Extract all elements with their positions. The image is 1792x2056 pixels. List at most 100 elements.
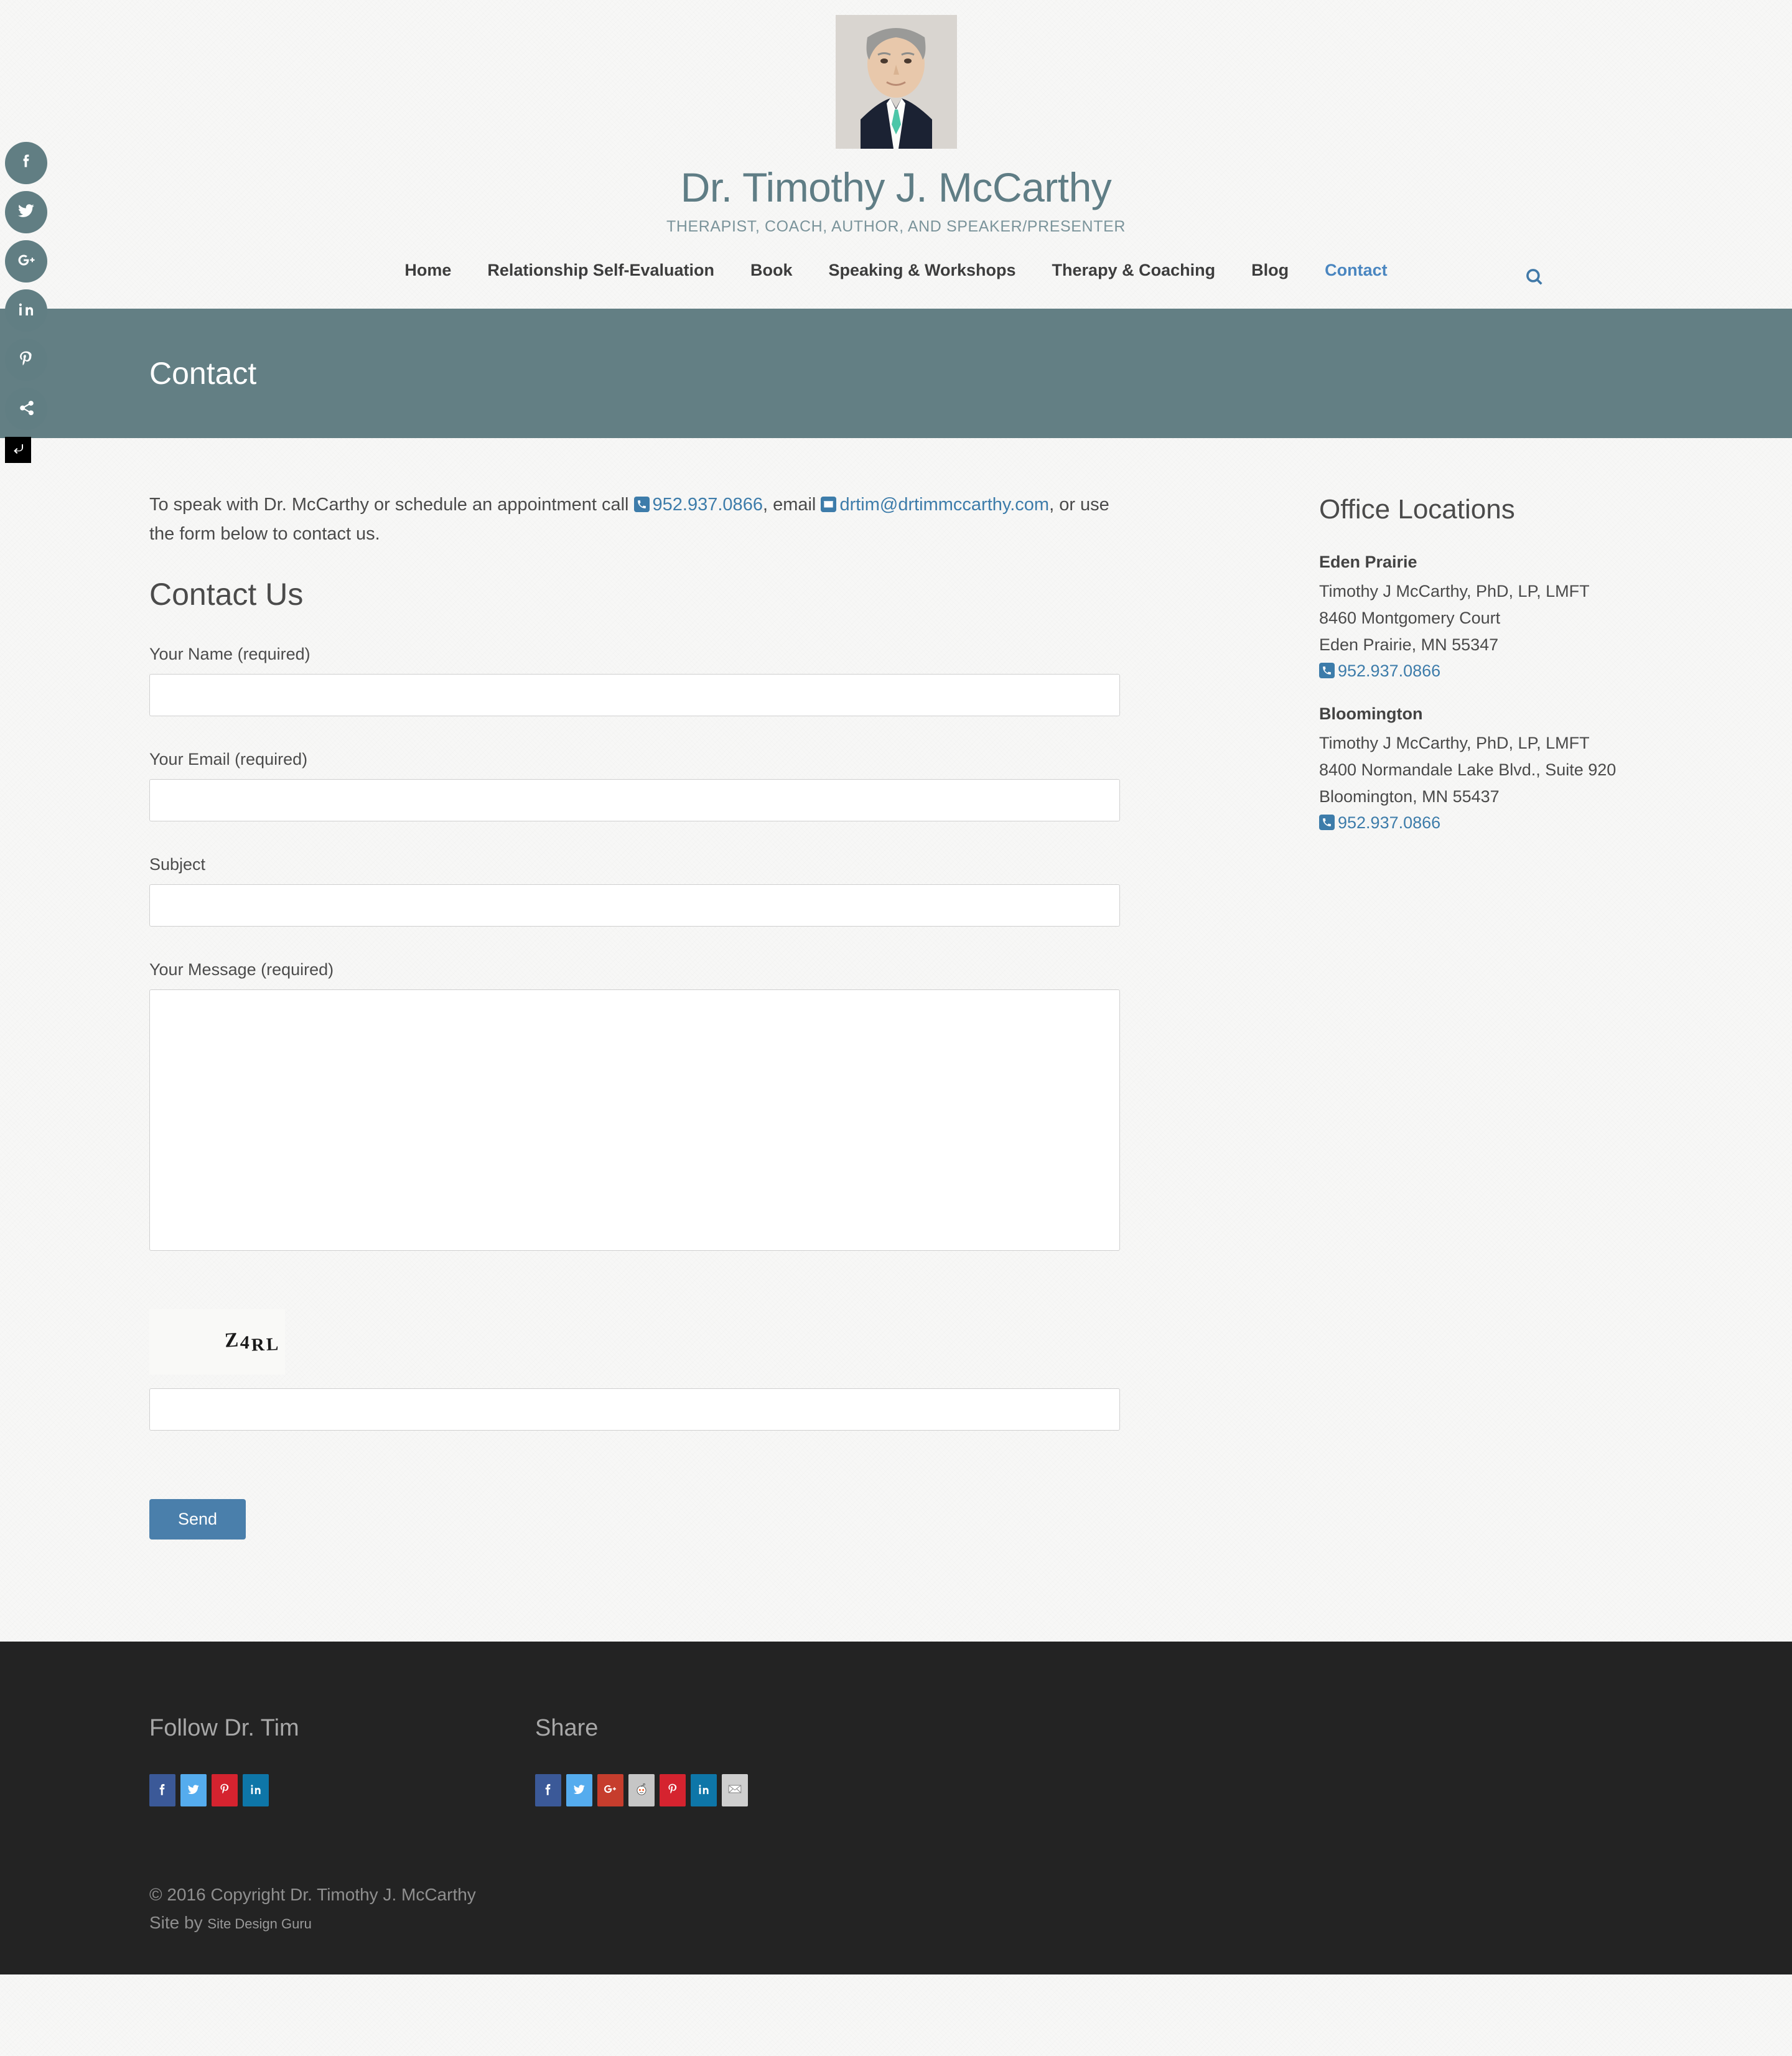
office-locations-heading: Office Locations (1319, 494, 1515, 525)
search-button[interactable] (1518, 262, 1551, 294)
main-content: To speak with Dr. McCarthy or schedule a… (0, 438, 1792, 1540)
office-phone-text: 952.937.0866 (1338, 813, 1441, 833)
page-root: Dr. Timothy J. McCarthy THERAPIST, COACH… (0, 0, 1792, 1974)
nav-item-relationship-self-evaluation[interactable]: Relationship Self-Evaluation (469, 261, 732, 280)
search-icon (1524, 266, 1545, 291)
office-phone-text: 952.937.0866 (1338, 661, 1441, 681)
site-design-guru-link[interactable]: Site Design Guru (207, 1916, 312, 1932)
send-button[interactable]: Send (149, 1499, 246, 1540)
footer-columns: Follow Dr. Tim Share (149, 1715, 1643, 1807)
nav-item-home[interactable]: Home (386, 261, 469, 280)
office-phone-link[interactable]: 952.937.0866 (1319, 661, 1440, 681)
site-header: Dr. Timothy J. McCarthy THERAPIST, COACH… (0, 0, 1792, 236)
main-navigation-wrapper: Home Relationship Self-Evaluation Book Spea… (0, 261, 1792, 309)
site-by-prefix: Site by (149, 1913, 208, 1933)
rail-linkedin-button[interactable] (5, 289, 47, 332)
google-plus-icon (16, 250, 37, 274)
content-left-column: To speak with Dr. McCarthy or schedule a… (149, 490, 1120, 1540)
subject-input[interactable] (149, 884, 1120, 927)
nav-item-therapy-coaching[interactable]: Therapy & Coaching (1034, 261, 1234, 280)
office-line-2: 8400 Normandale Lake Blvd., Suite 920 (1319, 760, 1617, 779)
nav-item-blog[interactable]: Blog (1233, 261, 1307, 280)
rail-pinterest-button[interactable] (5, 339, 47, 381)
office-line-3: Eden Prairie, MN 55347 (1319, 635, 1499, 654)
field-email: Your Email (required) (149, 750, 1120, 822)
message-label: Your Message (required) (149, 960, 334, 979)
captcha-image: Z4RL (149, 1309, 285, 1375)
share-reddit-button[interactable] (628, 1774, 655, 1807)
message-textarea[interactable] (149, 989, 1120, 1251)
follow-facebook-button[interactable] (149, 1774, 175, 1807)
intro-paragraph: To speak with Dr. McCarthy or schedule a… (149, 490, 1120, 549)
follow-linkedin-button[interactable] (243, 1774, 269, 1807)
intro-text-between: , email (762, 495, 821, 515)
intro-phone-link[interactable]: 952.937.0866 (633, 495, 763, 515)
follow-twitter-button[interactable] (180, 1774, 207, 1807)
offices-container: Eden Prairie Timothy J McCarthy, PhD, LP,… (1319, 553, 1643, 833)
office-phone-link[interactable]: 952.937.0866 (1319, 813, 1440, 833)
footer-follow-column: Follow Dr. Tim (149, 1715, 535, 1807)
rail-google-plus-button[interactable] (5, 240, 47, 283)
linkedin-icon (16, 299, 37, 323)
captcha-input[interactable] (149, 1388, 1120, 1431)
intro-email-link[interactable]: drtim@drtimmccarthy.com (821, 495, 1049, 515)
office-line-3: Bloomington, MN 55437 (1319, 787, 1500, 806)
twitter-icon (185, 1781, 202, 1800)
office-line-1: Timothy J McCarthy, PhD, LP, LMFT (1319, 582, 1590, 601)
share-linkedin-button[interactable] (691, 1774, 717, 1807)
share-twitter-button[interactable] (566, 1774, 592, 1807)
linkedin-icon (248, 1781, 264, 1800)
page-banner: Contact (0, 309, 1792, 439)
copyright-block: © 2016 Copyright Dr. Timothy J. McCarthy… (149, 1881, 1643, 1937)
reddit-icon (633, 1781, 650, 1800)
share-pinterest-button[interactable] (660, 1774, 686, 1807)
captcha-char-2: 4 (239, 1332, 252, 1353)
intro-email-text: drtim@drtimmccarthy.com (839, 495, 1050, 515)
nav-item-speaking-workshops[interactable]: Speaking & Workshops (810, 261, 1034, 280)
facebook-icon (154, 1781, 170, 1800)
contact-form: Your Name (required) Your Email (required… (149, 645, 1120, 1540)
page-title: Contact (149, 356, 257, 391)
pinterest-icon (217, 1781, 233, 1800)
share-icon (16, 397, 37, 421)
share-email-button[interactable] (722, 1774, 748, 1807)
follow-pinterest-button[interactable] (212, 1774, 238, 1807)
site-title: Dr. Timothy J. McCarthy (680, 164, 1112, 210)
field-captcha (149, 1388, 1120, 1431)
site-footer: Follow Dr. Tim Share © 2016 Copyright Dr… (0, 1642, 1792, 1974)
form-fields-container: Your Name (required) Your Email (required… (149, 645, 1120, 927)
google-plus-icon (602, 1781, 618, 1800)
rail-twitter-button[interactable] (5, 191, 47, 233)
footer-share-column: Share (535, 1715, 1095, 1807)
intro-phone-text: 952.937.0866 (652, 495, 763, 515)
share-facebook-button[interactable] (535, 1774, 561, 1807)
follow-heading: Follow Dr. Tim (149, 1715, 299, 1742)
office-line-1: Timothy J McCarthy, PhD, LP, LMFT (1319, 734, 1590, 753)
pinterest-icon (16, 348, 37, 372)
site-tagline: THERAPIST, COACH, AUTHOR, AND SPEAKER/PR… (666, 218, 1126, 236)
rail-facebook-button[interactable] (5, 142, 47, 184)
office-bloomington: Bloomington Timothy J McCarthy, PhD, LP, … (1319, 704, 1643, 833)
facebook-icon (540, 1781, 556, 1800)
email-label: Your Email (required) (149, 750, 308, 769)
portrait-photo (835, 15, 957, 149)
email-icon (727, 1781, 743, 1800)
name-input[interactable] (149, 674, 1120, 717)
nav-item-book[interactable]: Book (732, 261, 811, 280)
office-name: Bloomington (1319, 704, 1423, 724)
contact-form-heading: Contact Us (149, 577, 304, 612)
name-label: Your Name (required) (149, 645, 310, 664)
copyright-text: © 2016 Copyright Dr. Timothy J. McCarthy (149, 1885, 476, 1905)
rail-share-button[interactable] (5, 388, 47, 430)
email-input[interactable] (149, 779, 1120, 822)
share-heading: Share (535, 1715, 599, 1742)
nav-item-contact[interactable]: Contact (1307, 261, 1406, 280)
follow-icon-row (149, 1774, 535, 1807)
share-google-plus-button[interactable] (597, 1774, 623, 1807)
phone-icon (1319, 663, 1335, 679)
pinterest-icon (665, 1781, 681, 1800)
field-message: Your Message (required) (149, 960, 1120, 1251)
facebook-icon (16, 151, 37, 175)
rail-collapse-button[interactable] (5, 437, 31, 463)
collapse-arrow-icon (11, 441, 26, 459)
